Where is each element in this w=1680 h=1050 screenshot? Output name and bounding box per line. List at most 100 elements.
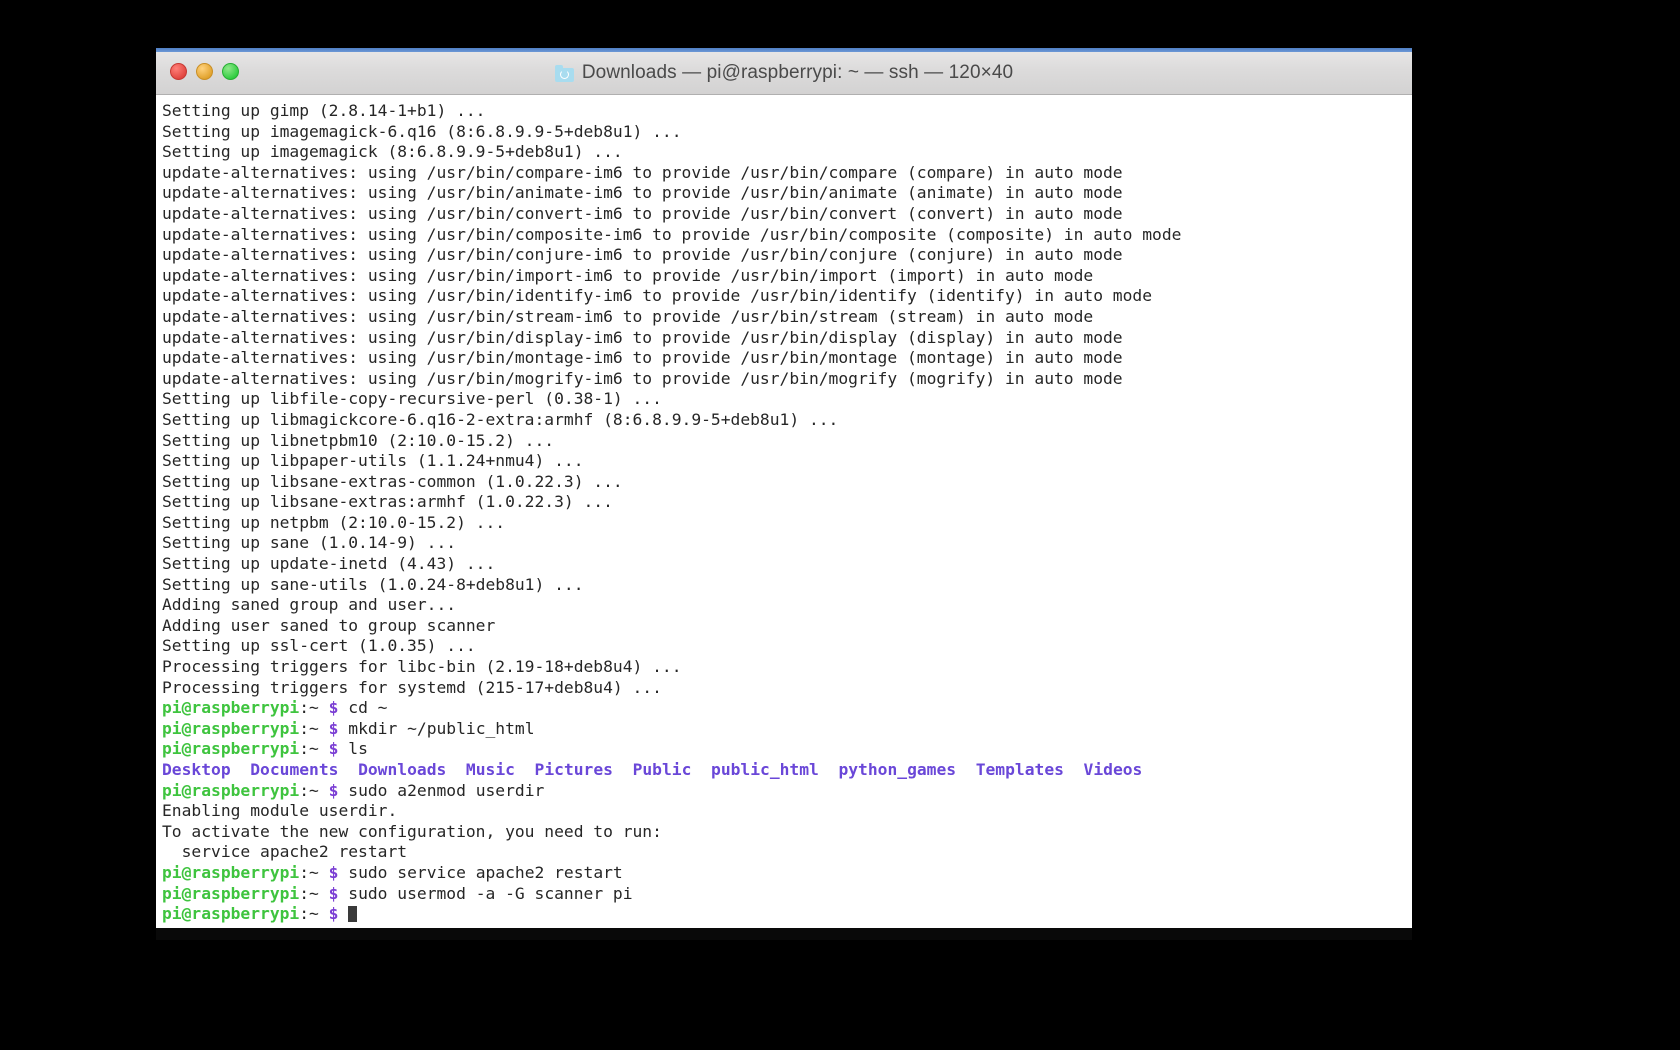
terminal-line-text: Setting up libsane-extras:armhf (1.0.22.… <box>162 492 613 512</box>
directory-listing: Desktop Documents Downloads Music Pictur… <box>162 760 1412 781</box>
terminal-line: Adding user saned to group scanner <box>162 616 1412 637</box>
directory-name: python_games <box>838 760 957 779</box>
minimize-button[interactable] <box>196 62 213 80</box>
terminal-line-text: Setting up libfile-copy-recursive-perl (… <box>162 389 662 409</box>
terminal-line: Setting up libnetpbm10 (2:10.0-15.2) ... <box>162 431 1412 452</box>
terminal-prompt-line: pi@raspberrypi:~ $ ls <box>162 739 1412 760</box>
directory-name: Downloads <box>358 760 447 779</box>
terminal-line-text: Adding saned group and user... <box>162 595 457 615</box>
terminal-line-text: Enabling module userdir. <box>162 801 398 821</box>
prompt-symbol: $ <box>328 883 339 903</box>
terminal-line-text: To activate the new configuration, you n… <box>162 821 662 841</box>
terminal-prompt-line: pi@raspberrypi:~ $ sudo usermod -a -G sc… <box>162 884 1412 905</box>
terminal-line-text: Setting up imagemagick (8:6.8.9.9-5+deb8… <box>162 142 623 162</box>
desktop-background: Downloads — pi@raspberrypi: ~ — ssh — 12… <box>0 0 1680 1050</box>
terminal-line: Enabling module userdir. <box>162 801 1412 822</box>
prompt-user-host: pi@raspberrypi <box>162 718 300 738</box>
maximize-button[interactable] <box>222 62 239 80</box>
terminal-line-text: update-alternatives: using /usr/bin/iden… <box>162 286 1153 306</box>
terminal-command: sudo usermod -a -G scanner pi <box>338 883 633 903</box>
terminal-line: Processing triggers for libc-bin (2.19-1… <box>162 657 1412 678</box>
terminal-line-text: Setting up sane (1.0.14-9) ... <box>162 533 457 553</box>
prompt-path: :~ <box>299 883 329 903</box>
prompt-path: :~ <box>299 718 329 738</box>
terminal-line: To activate the new configuration, you n… <box>162 822 1412 843</box>
prompt-symbol: $ <box>328 718 339 738</box>
directory-name: Public <box>632 760 692 779</box>
directory-name: Pictures <box>534 760 613 779</box>
terminal-line-text: update-alternatives: using /usr/bin/impo… <box>162 265 1094 285</box>
window-bottom-edge <box>156 928 1412 940</box>
prompt-user-host: pi@raspberrypi <box>162 883 300 903</box>
terminal-prompt-line: pi@raspberrypi:~ $ mkdir ~/public_html <box>162 719 1412 740</box>
directory-name: Music <box>465 760 515 779</box>
close-button[interactable] <box>170 62 187 80</box>
terminal-prompt-line: pi@raspberrypi:~ $ sudo a2enmod userdir <box>162 781 1412 802</box>
terminal-line-text: Setting up libnetpbm10 (2:10.0-15.2) ... <box>162 430 555 450</box>
terminal-line: update-alternatives: using /usr/bin/anim… <box>162 183 1412 204</box>
prompt-symbol: $ <box>328 780 339 800</box>
prompt-symbol: $ <box>328 904 339 924</box>
terminal-command: mkdir ~/public_html <box>338 718 535 738</box>
prompt-symbol: $ <box>328 698 339 718</box>
text-cursor <box>348 906 358 923</box>
folder-icon <box>554 64 574 82</box>
prompt-user-host: pi@raspberrypi <box>162 904 300 924</box>
terminal-prompt-line: pi@raspberrypi:~ $ sudo service apache2 … <box>162 863 1412 884</box>
window-title-group: Downloads — pi@raspberrypi: ~ — ssh — 12… <box>156 52 1412 94</box>
terminal-line: update-alternatives: using /usr/bin/conj… <box>162 245 1412 266</box>
terminal-line-text: Processing triggers for libc-bin (2.19-1… <box>162 657 682 677</box>
terminal-line-text: Setting up imagemagick-6.q16 (8:6.8.9.9-… <box>162 121 682 141</box>
window-titlebar[interactable]: Downloads — pi@raspberrypi: ~ — ssh — 12… <box>156 48 1412 95</box>
prompt-user-host: pi@raspberrypi <box>162 739 300 759</box>
terminal-line: update-alternatives: using /usr/bin/disp… <box>162 328 1412 349</box>
terminal-line-text: Adding user saned to group scanner <box>162 615 496 635</box>
terminal-line: Adding saned group and user... <box>162 595 1412 616</box>
terminal-line: Setting up netpbm (2:10.0-15.2) ... <box>162 513 1412 534</box>
terminal-line: Setting up sane-utils (1.0.24-8+deb8u1) … <box>162 575 1412 596</box>
terminal-window: Downloads — pi@raspberrypi: ~ — ssh — 12… <box>156 48 1412 928</box>
terminal-line: Setting up libsane-extras:armhf (1.0.22.… <box>162 492 1412 513</box>
terminal-line: update-alternatives: using /usr/bin/conv… <box>162 204 1412 225</box>
terminal-line-text: update-alternatives: using /usr/bin/stre… <box>162 306 1094 326</box>
terminal-line-text: Setting up libmagickcore-6.q16-2-extra:a… <box>162 409 839 429</box>
directory-name: Templates <box>975 760 1064 779</box>
terminal-output-area[interactable]: Setting up gimp (2.8.14-1+b1) ... Setting… <box>156 95 1412 928</box>
terminal-text: Setting up gimp (2.8.14-1+b1) ... Setting… <box>162 101 1412 925</box>
terminal-line: update-alternatives: using /usr/bin/impo… <box>162 266 1412 287</box>
terminal-line: Setting up ssl-cert (1.0.35) ... <box>162 636 1412 657</box>
terminal-line-text: update-alternatives: using /usr/bin/conv… <box>162 203 1123 223</box>
terminal-line-text: Setting up libsane-extras-common (1.0.22… <box>162 471 623 491</box>
terminal-prompt-line: pi@raspberrypi:~ $ <box>162 904 1412 925</box>
terminal-line: update-alternatives: using /usr/bin/comp… <box>162 225 1412 246</box>
terminal-line: Setting up sane (1.0.14-9) ... <box>162 533 1412 554</box>
terminal-line-text: Setting up gimp (2.8.14-1+b1) ... <box>162 101 486 120</box>
terminal-command: sudo a2enmod userdir <box>338 780 545 800</box>
terminal-line-text: update-alternatives: using /usr/bin/anim… <box>162 183 1123 203</box>
prompt-path: :~ <box>299 698 329 718</box>
prompt-path: :~ <box>299 739 329 759</box>
terminal-line-text: Setting up libpaper-utils (1.1.24+nmu4) … <box>162 451 584 471</box>
terminal-line-text: Setting up ssl-cert (1.0.35) ... <box>162 636 476 656</box>
terminal-line-text: Processing triggers for systemd (215-17+… <box>162 677 662 697</box>
terminal-command: ls <box>338 739 368 759</box>
terminal-line: Setting up update-inetd (4.43) ... <box>162 554 1412 575</box>
terminal-line-text: Setting up update-inetd (4.43) ... <box>162 554 496 574</box>
directory-name: Documents <box>250 760 339 779</box>
terminal-line: Setting up libsane-extras-common (1.0.22… <box>162 472 1412 493</box>
prompt-symbol: $ <box>328 862 339 882</box>
terminal-command <box>338 904 348 923</box>
terminal-line: Setting up libfile-copy-recursive-perl (… <box>162 389 1412 410</box>
terminal-line-text: Setting up sane-utils (1.0.24-8+deb8u1) … <box>162 574 584 594</box>
terminal-line-text: update-alternatives: using /usr/bin/disp… <box>162 327 1123 347</box>
terminal-line: Setting up imagemagick (8:6.8.9.9-5+deb8… <box>162 142 1412 163</box>
terminal-command: sudo service apache2 restart <box>338 862 623 882</box>
prompt-path: :~ <box>299 862 329 882</box>
terminal-line: Setting up libmagickcore-6.q16-2-extra:a… <box>162 410 1412 431</box>
terminal-line-text: update-alternatives: using /usr/bin/mogr… <box>162 368 1123 388</box>
terminal-line: service apache2 restart <box>162 842 1412 863</box>
prompt-symbol: $ <box>328 739 339 759</box>
prompt-path: :~ <box>299 904 329 924</box>
traffic-light-group <box>170 62 239 80</box>
terminal-line: update-alternatives: using /usr/bin/comp… <box>162 163 1412 184</box>
